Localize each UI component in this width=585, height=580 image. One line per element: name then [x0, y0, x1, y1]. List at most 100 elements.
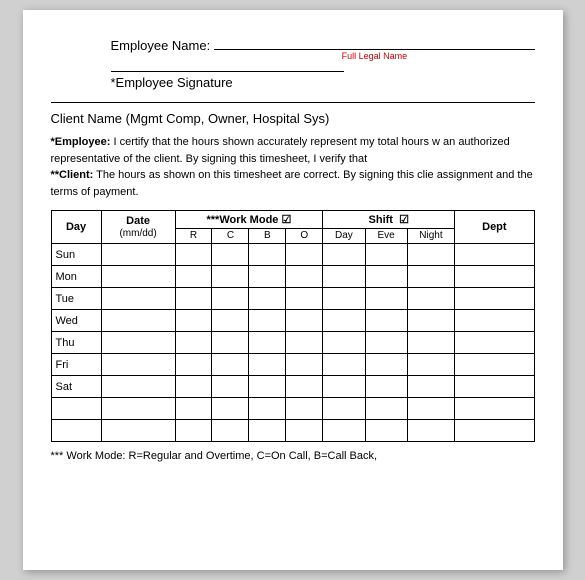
- data-cell[interactable]: [212, 244, 249, 266]
- data-cell[interactable]: [249, 310, 286, 332]
- data-cell[interactable]: [286, 398, 323, 420]
- data-cell[interactable]: [212, 354, 249, 376]
- data-cell[interactable]: [407, 244, 455, 266]
- data-cell[interactable]: [407, 376, 455, 398]
- data-cell[interactable]: [323, 354, 365, 376]
- data-cell[interactable]: [249, 244, 286, 266]
- data-cell[interactable]: [212, 398, 249, 420]
- data-cell[interactable]: [365, 310, 407, 332]
- day-cell[interactable]: [51, 398, 101, 420]
- day-cell[interactable]: Mon: [51, 266, 101, 288]
- data-cell[interactable]: [407, 332, 455, 354]
- day-cell[interactable]: Sat: [51, 376, 101, 398]
- timesheet-page: Employee Name: Full Legal Name *Employee…: [23, 10, 563, 570]
- name-underline[interactable]: [214, 34, 534, 50]
- data-cell[interactable]: [101, 310, 175, 332]
- data-cell[interactable]: [212, 310, 249, 332]
- col-header-o: O: [286, 229, 323, 244]
- data-cell[interactable]: [286, 310, 323, 332]
- data-cell[interactable]: [286, 420, 323, 442]
- data-cell[interactable]: [249, 288, 286, 310]
- data-cell[interactable]: [175, 420, 212, 442]
- data-cell[interactable]: [101, 376, 175, 398]
- data-cell[interactable]: [455, 310, 534, 332]
- data-cell[interactable]: [249, 398, 286, 420]
- data-cell[interactable]: [323, 266, 365, 288]
- data-cell[interactable]: [407, 420, 455, 442]
- data-cell[interactable]: [323, 376, 365, 398]
- data-cell[interactable]: [249, 266, 286, 288]
- day-cell[interactable]: [51, 420, 101, 442]
- data-cell[interactable]: [212, 266, 249, 288]
- data-cell[interactable]: [286, 376, 323, 398]
- data-cell[interactable]: [249, 332, 286, 354]
- data-cell[interactable]: [286, 354, 323, 376]
- data-cell[interactable]: [323, 398, 365, 420]
- table-row: Wed: [51, 310, 534, 332]
- data-cell[interactable]: [175, 398, 212, 420]
- data-cell[interactable]: [365, 266, 407, 288]
- col-header-shift-eve: Eve: [365, 229, 407, 244]
- data-cell[interactable]: [212, 420, 249, 442]
- data-cell[interactable]: [455, 288, 534, 310]
- day-cell[interactable]: Sun: [51, 244, 101, 266]
- data-cell[interactable]: [455, 266, 534, 288]
- data-cell[interactable]: [286, 266, 323, 288]
- data-cell[interactable]: [175, 354, 212, 376]
- data-cell[interactable]: [175, 332, 212, 354]
- data-cell[interactable]: [286, 332, 323, 354]
- table-row: Tue: [51, 288, 534, 310]
- data-cell[interactable]: [407, 398, 455, 420]
- data-cell[interactable]: [455, 376, 534, 398]
- client-name: Client Name (Mgmt Comp, Owner, Hospital …: [51, 111, 535, 126]
- day-cell[interactable]: Wed: [51, 310, 101, 332]
- data-cell[interactable]: [212, 288, 249, 310]
- data-cell[interactable]: [323, 420, 365, 442]
- data-cell[interactable]: [101, 244, 175, 266]
- data-cell[interactable]: [455, 398, 534, 420]
- data-cell[interactable]: [407, 354, 455, 376]
- data-cell[interactable]: [365, 376, 407, 398]
- data-cell[interactable]: [175, 310, 212, 332]
- data-cell[interactable]: [286, 288, 323, 310]
- data-cell[interactable]: [101, 420, 175, 442]
- data-cell[interactable]: [365, 332, 407, 354]
- signature-underline[interactable]: [111, 71, 344, 72]
- data-cell[interactable]: [323, 332, 365, 354]
- table-header-row-1: Day Date(mm/dd) ***Work Mode ☑ Shift ☑ D…: [51, 211, 534, 229]
- data-cell[interactable]: [175, 244, 212, 266]
- data-cell[interactable]: [249, 420, 286, 442]
- data-cell[interactable]: [175, 288, 212, 310]
- employee-name-row: Employee Name: Full Legal Name: [111, 34, 535, 61]
- day-cell[interactable]: Thu: [51, 332, 101, 354]
- data-cell[interactable]: [212, 332, 249, 354]
- data-cell[interactable]: [407, 266, 455, 288]
- data-cell[interactable]: [455, 244, 534, 266]
- data-cell[interactable]: [455, 420, 534, 442]
- data-cell[interactable]: [365, 288, 407, 310]
- data-cell[interactable]: [323, 288, 365, 310]
- data-cell[interactable]: [212, 376, 249, 398]
- data-cell[interactable]: [286, 244, 323, 266]
- data-cell[interactable]: [455, 354, 534, 376]
- data-cell[interactable]: [407, 288, 455, 310]
- data-cell[interactable]: [249, 354, 286, 376]
- data-cell[interactable]: [365, 354, 407, 376]
- data-cell[interactable]: [407, 310, 455, 332]
- data-cell[interactable]: [249, 376, 286, 398]
- data-cell[interactable]: [101, 354, 175, 376]
- data-cell[interactable]: [365, 398, 407, 420]
- data-cell[interactable]: [101, 266, 175, 288]
- data-cell[interactable]: [365, 420, 407, 442]
- day-cell[interactable]: Fri: [51, 354, 101, 376]
- data-cell[interactable]: [101, 288, 175, 310]
- data-cell[interactable]: [323, 310, 365, 332]
- day-cell[interactable]: Tue: [51, 288, 101, 310]
- data-cell[interactable]: [175, 266, 212, 288]
- data-cell[interactable]: [101, 398, 175, 420]
- data-cell[interactable]: [101, 332, 175, 354]
- data-cell[interactable]: [455, 332, 534, 354]
- data-cell[interactable]: [175, 376, 212, 398]
- data-cell[interactable]: [323, 244, 365, 266]
- data-cell[interactable]: [365, 244, 407, 266]
